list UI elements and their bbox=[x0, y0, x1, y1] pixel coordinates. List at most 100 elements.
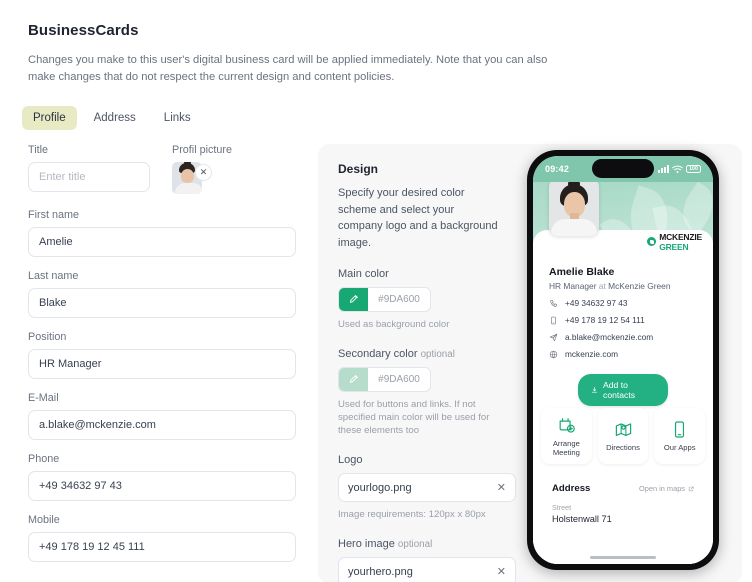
label-last-name: Last name bbox=[28, 270, 79, 282]
tab-links[interactable]: Links bbox=[153, 106, 202, 130]
tile-our-apps[interactable]: Our Apps bbox=[654, 408, 706, 464]
position-input[interactable]: HR Manager bbox=[28, 349, 296, 379]
phone-preview: 09:42 100 MCKENZIE GREEN Amelie Blake HR… bbox=[527, 150, 719, 570]
main-color-hint: Used as background color bbox=[338, 319, 450, 330]
email-input[interactable]: a.blake@mckenzie.com bbox=[28, 410, 296, 440]
logo-line-2: GREEN bbox=[659, 241, 689, 252]
label-logo: Logo bbox=[338, 454, 363, 466]
secondary-color-value[interactable]: #9DA600 bbox=[368, 368, 430, 391]
hero-image-text: Hero image bbox=[338, 538, 395, 550]
open-in-maps-link[interactable]: Open in maps bbox=[639, 484, 694, 493]
logo-file-field[interactable]: yourlogo.png ✕ bbox=[338, 473, 516, 502]
preview-connector: at bbox=[596, 281, 609, 291]
tab-profile[interactable]: Profile bbox=[22, 106, 77, 130]
page-header: BusinessCards Changes you make to this u… bbox=[0, 0, 752, 86]
pipette-icon bbox=[349, 295, 358, 303]
home-indicator bbox=[590, 555, 656, 559]
avatar-shirt bbox=[175, 183, 202, 194]
last-name-input[interactable]: Blake bbox=[28, 288, 296, 318]
main-color-value[interactable]: #9DA600 bbox=[368, 288, 430, 311]
preview-company: McKenzie Green bbox=[608, 281, 671, 291]
open-in-maps-label: Open in maps bbox=[638, 484, 685, 493]
secondary-color-optional: optional bbox=[420, 349, 455, 360]
contact-row-phone[interactable]: +49 34632 97 43 bbox=[549, 298, 653, 308]
avatar-face bbox=[181, 169, 194, 183]
design-title: Design bbox=[338, 162, 379, 176]
contact-row-website[interactable]: mckenzie.com bbox=[549, 349, 653, 359]
field-phone: Phone +49 34632 97 43 bbox=[28, 453, 296, 501]
action-tiles: Arrange Meeting Directions Our Apps bbox=[541, 408, 706, 464]
preview-role-line: HR Manager at McKenzie Green bbox=[549, 281, 671, 291]
logo-hint: Image requirements: 120px x 80px bbox=[338, 509, 486, 520]
preview-name: Amelie Blake bbox=[549, 266, 615, 278]
phone-input[interactable]: +49 34632 97 43 bbox=[28, 471, 296, 501]
label-first-name: First name bbox=[28, 209, 79, 221]
clear-hero-icon[interactable]: ✕ bbox=[497, 565, 506, 578]
label-main-color: Main color bbox=[338, 268, 389, 280]
status-indicators: 100 bbox=[658, 164, 701, 174]
status-bar: 09:42 100 bbox=[533, 156, 713, 182]
contact-row-mobile[interactable]: +49 178 19 12 54 111 bbox=[549, 315, 653, 325]
hero-file-field[interactable]: yourhero.png ✕ bbox=[338, 557, 516, 582]
page-body: Title Enter title Profil picture ✕ First… bbox=[0, 144, 752, 582]
field-profile-picture: Profil picture ✕ bbox=[172, 144, 292, 196]
title-input[interactable]: Enter title bbox=[28, 162, 150, 192]
hero-file-name: yourhero.png bbox=[348, 565, 413, 578]
secondary-color-field[interactable]: #9DA600 bbox=[338, 367, 431, 392]
hero-image-optional: optional bbox=[397, 539, 433, 550]
business-cards-page: BusinessCards Changes you make to this u… bbox=[0, 0, 752, 582]
preview-identity: Amelie Blake HR Manager at McKenzie Gree… bbox=[549, 266, 671, 291]
battery-icon: 100 bbox=[686, 164, 701, 174]
avatar-shirt bbox=[551, 219, 597, 236]
pipette-icon bbox=[349, 375, 358, 383]
logo-file-name: yourlogo.png bbox=[348, 481, 412, 494]
field-last-name: Last name Blake bbox=[28, 270, 296, 318]
contact-value: mckenzie.com bbox=[565, 349, 619, 359]
field-email: E-Mail a.blake@mckenzie.com bbox=[28, 392, 296, 440]
main-color-field[interactable]: #9DA600 bbox=[338, 287, 431, 312]
design-panel: Design Specify your desired color scheme… bbox=[318, 144, 742, 582]
preview-avatar bbox=[549, 178, 599, 236]
profile-picture-wrap: ✕ bbox=[172, 162, 212, 196]
label-title: Title bbox=[28, 144, 48, 156]
label-hero-image: Hero image optional bbox=[338, 538, 498, 550]
dynamic-island bbox=[592, 159, 654, 178]
clear-logo-icon[interactable]: ✕ bbox=[497, 481, 506, 494]
design-settings: Design Specify your desired color scheme… bbox=[318, 162, 516, 582]
address-street-value: Holstenwall 71 bbox=[552, 514, 612, 524]
field-mobile: Mobile +49 178 19 12 45 111 bbox=[28, 514, 296, 562]
field-first-name: First name Amelie bbox=[28, 209, 296, 257]
calendar-plus-icon bbox=[559, 417, 575, 433]
label-mobile: Mobile bbox=[28, 514, 60, 526]
address-title: Address bbox=[552, 483, 591, 494]
preview-contact-list: +49 34632 97 43 +49 178 19 12 54 111 a.b… bbox=[549, 298, 653, 366]
contact-row-email[interactable]: a.blake@mckenzie.com bbox=[549, 332, 653, 342]
signal-icon bbox=[658, 165, 669, 173]
title-and-picture-row: Title Enter title Profil picture ✕ bbox=[28, 144, 296, 209]
address-street-label: Street bbox=[552, 503, 572, 512]
add-to-contacts-button[interactable]: Add to contacts bbox=[578, 374, 668, 406]
tile-directions[interactable]: Directions bbox=[597, 408, 649, 464]
globe-icon bbox=[549, 350, 558, 358]
field-position: Position HR Manager bbox=[28, 331, 296, 379]
main-color-swatch-button[interactable] bbox=[339, 288, 368, 311]
secondary-color-swatch-button[interactable] bbox=[339, 368, 368, 391]
map-pin-icon bbox=[615, 423, 631, 437]
secondary-color-text: Secondary color bbox=[338, 348, 418, 360]
tile-label: Directions bbox=[606, 443, 640, 452]
tile-label: Arrange Meeting bbox=[552, 438, 580, 457]
secondary-color-hint: Used for buttons and links. If not speci… bbox=[338, 399, 490, 436]
download-icon bbox=[591, 387, 598, 393]
contact-value: +49 178 19 12 54 111 bbox=[565, 315, 645, 325]
remove-picture-icon[interactable]: ✕ bbox=[195, 164, 212, 181]
mobile-input[interactable]: +49 178 19 12 45 111 bbox=[28, 532, 296, 562]
send-icon bbox=[549, 333, 558, 341]
first-name-input[interactable]: Amelie bbox=[28, 227, 296, 257]
profile-form: Title Enter title Profil picture ✕ First… bbox=[28, 144, 296, 582]
label-phone: Phone bbox=[28, 453, 60, 465]
tile-arrange-meeting[interactable]: Arrange Meeting bbox=[541, 408, 592, 464]
page-title: BusinessCards bbox=[28, 22, 139, 39]
field-title: Title Enter title bbox=[28, 144, 150, 196]
tab-address[interactable]: Address bbox=[83, 106, 147, 130]
contact-value: +49 34632 97 43 bbox=[565, 298, 628, 308]
